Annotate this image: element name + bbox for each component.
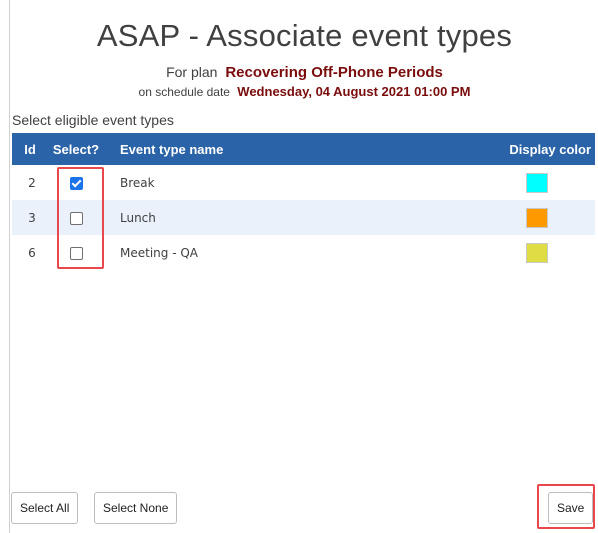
select-checkbox[interactable] <box>69 211 83 225</box>
date-line: on schedule date Wednesday, 04 August 20… <box>10 84 598 99</box>
column-header-color[interactable]: Display color <box>509 142 591 157</box>
color-swatch <box>526 242 548 263</box>
page-title: ASAP - Associate event types <box>96 18 513 53</box>
date-prefix: on schedule date <box>138 85 230 99</box>
column-header-id[interactable]: Id <box>18 142 42 157</box>
row-id: 2 <box>28 175 36 190</box>
plan-name: Recovering Off-Phone Periods <box>225 64 443 81</box>
grid-header: Id Select? Event type name Display color <box>12 133 595 165</box>
column-header-select[interactable]: Select? <box>46 142 106 157</box>
section-label: Select eligible event types <box>12 112 174 128</box>
table-row[interactable]: 3 Lunch <box>12 200 595 235</box>
save-button[interactable]: Save <box>548 492 594 524</box>
row-event-name: Break <box>120 175 155 190</box>
column-header-name[interactable]: Event type name <box>120 142 223 157</box>
select-all-button[interactable]: Select All <box>11 492 79 524</box>
select-none-button[interactable]: Select None <box>94 492 178 524</box>
row-event-name: Meeting - QA <box>120 245 198 260</box>
event-types-grid: Id Select? Event type name Display color… <box>12 133 595 270</box>
select-checkbox[interactable] <box>69 246 83 260</box>
table-row[interactable]: 6 Meeting - QA <box>12 235 595 270</box>
color-swatch <box>526 207 548 228</box>
dialog: ASAP - Associate event types For plan Re… <box>9 0 598 533</box>
plan-line: For plan Recovering Off-Phone Periods <box>10 64 598 81</box>
table-row[interactable]: 2 Break <box>12 165 595 200</box>
row-event-name: Lunch <box>120 210 156 225</box>
row-id: 3 <box>28 210 36 225</box>
plan-prefix: For plan <box>166 64 218 80</box>
schedule-date: Wednesday, 04 August 2021 01:00 PM <box>237 84 471 99</box>
color-swatch <box>526 172 548 193</box>
select-checkbox[interactable] <box>69 176 83 190</box>
row-id: 6 <box>28 245 36 260</box>
